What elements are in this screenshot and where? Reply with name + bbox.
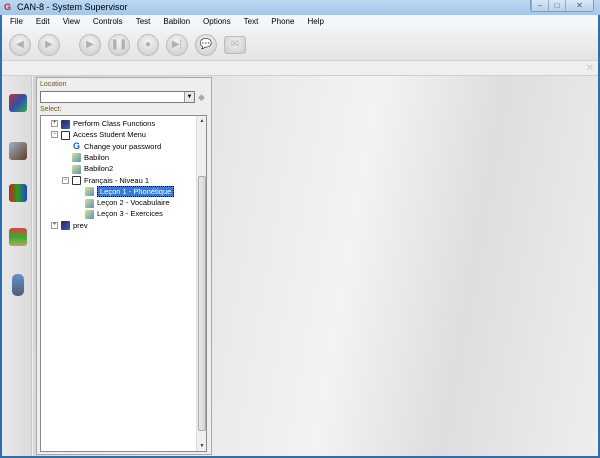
expand-icon[interactable]: +: [51, 221, 58, 229]
tree-item[interactable]: Leçon 3 - Exercices: [85, 208, 163, 219]
toolbar: ◀ ▶ ▶ ❚❚ ● ▶| 💬 ✉: [2, 29, 598, 60]
tree-item-label: Perform Class Functions: [73, 119, 156, 128]
forward-button[interactable]: ▶: [38, 34, 60, 56]
vertical-scrollbar[interactable]: ▲ ▼: [196, 116, 206, 451]
lesson-icon: [85, 209, 94, 219]
book-icon: [61, 221, 70, 231]
menu-bar: File Edit View Controls Test Babilon Opt…: [2, 15, 598, 29]
minimize-button[interactable]: –: [531, 0, 548, 11]
tree-item-label: prev: [73, 220, 88, 230]
open-book-icon: [72, 176, 81, 186]
skip-icon: ▶|: [171, 39, 183, 50]
open-book-icon: [61, 130, 70, 140]
menu-help[interactable]: Help: [307, 15, 323, 29]
tree-item-label: Babilon2: [84, 164, 114, 174]
tree-item[interactable]: Leçon 1 - Phonétique: [85, 185, 175, 197]
mail-icon: ✉: [230, 39, 240, 50]
tree-item[interactable]: + Perform Class Functions: [51, 118, 156, 129]
record-icon: ●: [144, 39, 152, 50]
window-controls: – □ ✕: [530, 0, 594, 12]
lesson-icon: [85, 187, 94, 197]
tree-item-label: Babilon: [84, 152, 110, 162]
menu-view[interactable]: View: [63, 15, 80, 29]
menu-text[interactable]: Text: [244, 15, 259, 29]
chevron-down-icon[interactable]: ▼: [184, 92, 194, 102]
menu-controls[interactable]: Controls: [93, 15, 123, 29]
menu-test[interactable]: Test: [136, 15, 151, 29]
location-label: Location: [40, 81, 67, 88]
maximize-button[interactable]: □: [548, 0, 565, 11]
lesson-icon: [85, 198, 94, 208]
speech-icon: 💬: [199, 39, 213, 50]
select-label: Select:: [40, 106, 62, 113]
play-button[interactable]: ▶: [79, 34, 101, 56]
tree-item-label: Français - Niveau 1: [84, 175, 150, 185]
go-icon[interactable]: ◆: [198, 92, 205, 103]
speech-button[interactable]: 💬: [195, 34, 217, 56]
back-button[interactable]: ◀: [9, 34, 31, 56]
book-icon: [61, 119, 70, 129]
download-icon[interactable]: [9, 228, 27, 246]
record-button[interactable]: ●: [137, 34, 159, 56]
tree-item[interactable]: Babilon: [72, 152, 109, 163]
scroll-thumb[interactable]: [198, 176, 206, 431]
tree-view: + Perform Class Functions − Access Student …: [40, 115, 207, 452]
menu-edit[interactable]: Edit: [36, 15, 50, 29]
tree-item[interactable]: G Change your password: [72, 141, 161, 152]
tree-item-label: Access Student Menu: [73, 130, 146, 140]
scroll-up-icon[interactable]: ▲: [197, 118, 207, 124]
tree-item[interactable]: − Access Student Menu: [51, 129, 146, 140]
close-strip-icon[interactable]: ✕: [586, 63, 594, 74]
window-title: CAN-8 - System Supervisor: [17, 2, 128, 12]
tree-item[interactable]: Leçon 2 - Vocabulaire: [85, 197, 170, 208]
tree-item-label: Leçon 1 - Phonétique: [97, 185, 175, 197]
tree-item-label: Change your password: [84, 141, 162, 151]
menu-file[interactable]: File: [10, 15, 23, 29]
info-strip: ✕: [2, 60, 598, 76]
scroll-down-icon[interactable]: ▼: [197, 443, 207, 449]
lesson-icon: [72, 153, 81, 163]
skip-button[interactable]: ▶|: [166, 34, 188, 56]
password-icon: G: [72, 141, 80, 152]
navigation-panel: Location ▼ ◆ Select: + Perform Class Func…: [36, 77, 212, 455]
phone-icon[interactable]: [12, 274, 24, 296]
app-logo-icon: G: [4, 2, 12, 12]
tree-item[interactable]: − Français - Niveau 1: [62, 175, 150, 186]
student-monitor-icon[interactable]: [9, 142, 27, 160]
pause-icon: ❚❚: [110, 39, 128, 50]
menu-babilon[interactable]: Babilon: [163, 15, 190, 29]
pause-button[interactable]: ❚❚: [108, 34, 130, 56]
title-bar: G CAN-8 - System Supervisor – □ ✕: [0, 0, 600, 15]
left-sidebar: [2, 76, 32, 456]
expand-icon[interactable]: +: [51, 120, 58, 127]
back-icon: ◀: [16, 39, 24, 50]
tree-item-label: Leçon 3 - Exercices: [97, 209, 163, 219]
collapse-icon[interactable]: −: [62, 176, 69, 184]
lesson-icon: [72, 164, 81, 174]
tree-item[interactable]: + prev: [51, 220, 88, 231]
grid-check-icon[interactable]: [9, 184, 27, 202]
collapse-icon[interactable]: −: [51, 131, 58, 139]
tree-item-label: Leçon 2 - Vocabulaire: [97, 198, 170, 208]
app-frame: File Edit View Controls Test Babilon Opt…: [2, 15, 598, 456]
location-dropdown[interactable]: ▼: [40, 91, 195, 103]
mail-button[interactable]: ✉: [224, 36, 246, 54]
forward-icon: ▶: [45, 39, 53, 50]
menu-options[interactable]: Options: [203, 15, 231, 29]
play-icon: ▶: [86, 39, 94, 50]
tree-item[interactable]: Babilon2: [72, 163, 113, 174]
class-functions-icon[interactable]: [9, 94, 27, 112]
close-button[interactable]: ✕: [565, 0, 593, 11]
menu-phone[interactable]: Phone: [271, 15, 294, 29]
